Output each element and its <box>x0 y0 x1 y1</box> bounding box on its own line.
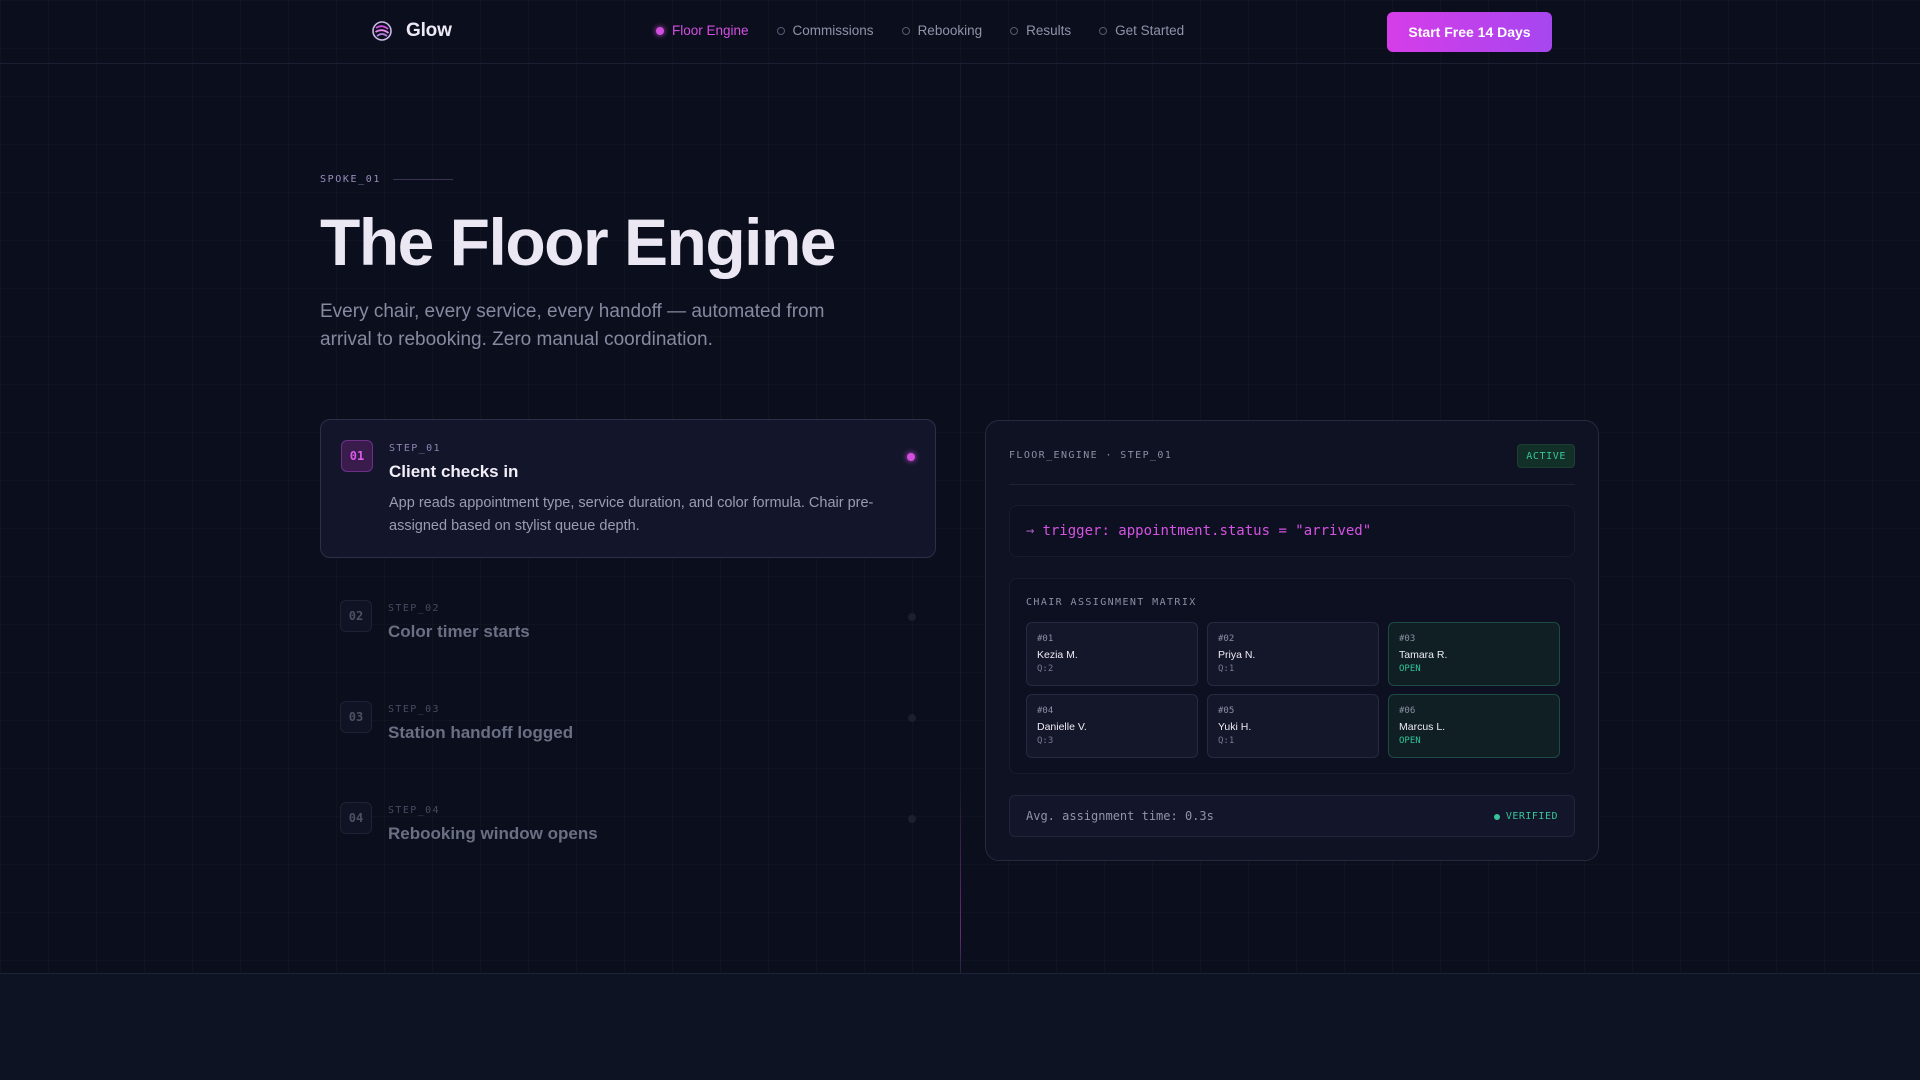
nav-item-label: Rebooking <box>917 23 983 38</box>
chair-status: Q:3 <box>1037 736 1054 746</box>
step-number: 04 <box>340 802 372 834</box>
dot-icon <box>901 26 910 35</box>
chair-card[interactable]: #06 Marcus L. OPEN <box>1388 694 1560 758</box>
nav-item-floor-engine[interactable]: Floor Engine <box>656 23 749 38</box>
section-eyebrow: SPOKE_01 <box>320 174 453 185</box>
nav-item-results[interactable]: Results <box>1010 23 1071 38</box>
chair-grid: #01 Kezia M. Q:2 #02 Priya N. Q:1 #03 Ta… <box>1026 622 1560 758</box>
step-title: Station handoff logged <box>388 723 574 742</box>
chair-card[interactable]: #01 Kezia M. Q:2 <box>1026 622 1198 686</box>
start-trial-button[interactable]: Start Free 14 Days <box>1387 12 1552 52</box>
chair-card[interactable]: #04 Danielle V. Q:3 <box>1026 694 1198 758</box>
stylist-name: Tamara R. <box>1399 649 1448 661</box>
nav-item-label: Floor Engine <box>672 23 749 38</box>
panel-header: FLOOR_ENGINE · STEP_01 ACTIVE <box>1009 421 1575 485</box>
inactive-indicator-icon <box>908 815 916 823</box>
step-number: 01 <box>341 440 373 472</box>
chair-id: #06 <box>1399 706 1416 716</box>
brand-name: Glow <box>406 20 452 41</box>
chair-id: #03 <box>1399 634 1416 644</box>
eyebrow-label: SPOKE_01 <box>320 174 381 185</box>
floor-engine-panel: FLOOR_ENGINE · STEP_01 ACTIVE → trigger:… <box>985 420 1599 861</box>
active-indicator-icon <box>907 453 915 461</box>
status-dot-icon <box>1493 813 1500 820</box>
verified-label: VERIFIED <box>1505 811 1558 822</box>
chair-card[interactable]: #03 Tamara R. OPEN <box>1388 622 1560 686</box>
page-subtitle: Every chair, every service, every handof… <box>320 301 825 350</box>
step-card-1[interactable]: 01 STEP_01 Client checks in App reads ap… <box>320 419 936 558</box>
step-number: 02 <box>340 600 372 632</box>
center-divider <box>960 64 961 974</box>
panel-title: FLOOR_ENGINE · STEP_01 <box>1009 450 1173 461</box>
chair-status: Q:1 <box>1218 736 1235 746</box>
dot-icon <box>776 26 785 35</box>
nav-menu: Floor Engine Commissions Rebooking Resul… <box>656 23 1212 38</box>
matrix-title: CHAIR ASSIGNMENT MATRIX <box>1026 597 1197 608</box>
nav-item-commissions[interactable]: Commissions <box>776 23 874 38</box>
page-title: The Floor Engine <box>320 205 837 279</box>
chair-card[interactable]: #05 Yuki H. Q:1 <box>1207 694 1379 758</box>
chair-status: Q:1 <box>1218 664 1235 674</box>
step-card-2[interactable]: 02 STEP_02 Color timer starts <box>320 580 936 660</box>
trigger-code: → trigger: appointment.status = "arrived… <box>1009 505 1575 557</box>
chair-id: #04 <box>1037 706 1054 716</box>
step-number: 03 <box>340 701 372 733</box>
glow-swirl-icon <box>372 21 392 41</box>
status-badge: ACTIVE <box>1517 444 1575 468</box>
assignment-stats-bar: Avg. assignment time: 0.3s VERIFIED <box>1009 795 1575 837</box>
arrow-right-icon: → <box>1026 523 1035 539</box>
chair-id: #01 <box>1037 634 1054 644</box>
chair-id: #05 <box>1218 706 1235 716</box>
step-label: STEP_04 <box>388 805 440 816</box>
verified-status: VERIFIED <box>1493 811 1558 822</box>
step-title: Color timer starts <box>388 622 530 641</box>
brand-logo[interactable]: Glow <box>371 20 452 42</box>
nav-item-rebooking[interactable]: Rebooking <box>901 23 983 38</box>
nav-item-label: Results <box>1026 23 1072 38</box>
inactive-indicator-icon <box>908 714 916 722</box>
step-label: STEP_02 <box>388 603 440 614</box>
step-card-4[interactable]: 04 STEP_04 Rebooking window opens <box>320 782 936 862</box>
avg-assignment-time: Avg. assignment time: 0.3s <box>1026 809 1214 823</box>
step-title: Rebooking window opens <box>388 824 598 843</box>
top-navigation: Glow Floor Engine Commissions Rebooking … <box>0 0 1920 64</box>
chair-status: OPEN <box>1399 664 1421 674</box>
chair-card[interactable]: #02 Priya N. Q:1 <box>1207 622 1379 686</box>
stylist-name: Marcus L. <box>1399 721 1446 733</box>
eyebrow-rule <box>392 179 453 180</box>
stylist-name: Kezia M. <box>1037 649 1078 661</box>
chair-status: OPEN <box>1399 736 1421 746</box>
inactive-indicator-icon <box>908 613 916 621</box>
dot-icon <box>1099 26 1108 35</box>
nav-item-get-started[interactable]: Get Started <box>1099 23 1184 38</box>
step-card-3[interactable]: 03 STEP_03 Station handoff logged <box>320 681 936 761</box>
stylist-name: Danielle V. <box>1037 721 1087 733</box>
stylist-name: Priya N. <box>1218 649 1256 661</box>
step-title: Client checks in <box>389 462 519 481</box>
trigger-expression: trigger: appointment.status = "arrived" <box>1042 523 1372 539</box>
nav-item-label: Commissions <box>792 23 874 38</box>
dot-icon <box>1010 26 1019 35</box>
chair-id: #02 <box>1218 634 1235 644</box>
step-description: App reads appointment type, service dura… <box>389 495 874 534</box>
step-label: STEP_03 <box>388 704 440 715</box>
chair-status: Q:2 <box>1037 664 1054 674</box>
dot-icon <box>656 26 664 35</box>
step-label: STEP_01 <box>389 443 441 454</box>
stylist-name: Yuki H. <box>1218 721 1252 733</box>
nav-item-label: Get Started <box>1115 23 1185 38</box>
chair-assignment-matrix: CHAIR ASSIGNMENT MATRIX #01 Kezia M. Q:2… <box>1009 578 1575 774</box>
